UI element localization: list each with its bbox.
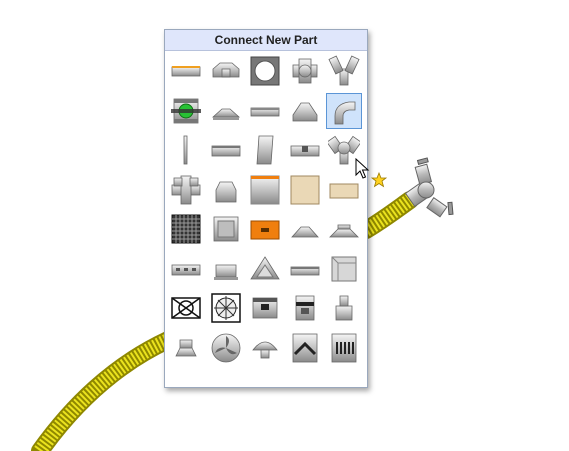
x-damper-icon	[171, 297, 201, 319]
green-valve-part[interactable]	[168, 93, 204, 129]
transition-tee-part[interactable]	[287, 93, 323, 129]
pyramid-part[interactable]	[247, 251, 283, 287]
small-duct-icon	[290, 266, 320, 276]
cap-fitting-icon	[175, 339, 197, 357]
slot-diffuser-part[interactable]	[168, 251, 204, 287]
grill-cylinder-icon	[331, 333, 357, 363]
flat-hood-part[interactable]	[287, 211, 323, 247]
round-fitting-icon	[295, 295, 315, 321]
flat-hood-icon	[291, 226, 319, 238]
reducer-section-icon	[290, 145, 320, 157]
orange-edge-panel-icon	[250, 175, 280, 205]
four-way-cross-part[interactable]	[168, 172, 204, 208]
nozzle-icon	[335, 295, 353, 321]
orange-box-part[interactable]	[247, 211, 283, 247]
thin-rod-icon	[183, 135, 188, 165]
rect-tee-part[interactable]	[208, 53, 244, 89]
orange-edge-panel-part[interactable]	[247, 172, 283, 208]
grill-cylinder-part[interactable]	[326, 330, 362, 366]
short-hood-icon	[214, 264, 238, 280]
green-valve-icon	[171, 98, 201, 124]
thin-rod-part[interactable]	[168, 132, 204, 168]
round-coupler-icon	[252, 297, 278, 319]
cross-fitting-icon	[292, 58, 318, 84]
rect-tee-icon	[212, 62, 240, 78]
open-box-part[interactable]	[326, 251, 362, 287]
connect-new-part-panel: Connect New Part	[164, 29, 368, 388]
flat-rect-duct-icon	[171, 66, 201, 77]
slot-diffuser-icon	[171, 264, 201, 276]
round-diffuser-icon	[329, 224, 359, 238]
fan-grille-part[interactable]	[208, 290, 244, 326]
flat-duct-section-part[interactable]	[247, 93, 283, 129]
chevron-cylinder-part[interactable]	[287, 330, 323, 366]
metal-box-part[interactable]	[208, 211, 244, 247]
pyramid-icon	[250, 256, 280, 280]
wye-fitting-icon	[328, 55, 360, 86]
x-damper-part[interactable]	[168, 290, 204, 326]
short-duct-part[interactable]	[208, 132, 244, 168]
transition-tee-icon	[292, 102, 318, 122]
mushroom-cap-icon	[252, 341, 278, 359]
rect-plate-part[interactable]	[247, 132, 283, 168]
fan-disc-icon	[211, 333, 241, 363]
orange-box-icon	[250, 220, 280, 240]
rect-plate-icon	[256, 135, 274, 165]
round-grille-icon	[250, 56, 280, 86]
cross-fitting-part[interactable]	[287, 53, 323, 89]
round-diffuser-part[interactable]	[326, 211, 362, 247]
dark-grille-part[interactable]	[168, 211, 204, 247]
reducer-section-part[interactable]	[287, 132, 323, 168]
low-tee-part[interactable]	[208, 93, 244, 129]
short-hood-part[interactable]	[208, 251, 244, 287]
hood-icon	[215, 181, 237, 203]
elbow-part[interactable]	[326, 93, 362, 129]
nozzle-part[interactable]	[326, 290, 362, 326]
round-coupler-part[interactable]	[247, 290, 283, 326]
fan-grille-icon	[211, 293, 241, 323]
elbow-icon	[334, 101, 356, 125]
flat-duct-section-icon	[250, 107, 280, 117]
low-tee-icon	[211, 108, 241, 120]
round-grille-part[interactable]	[247, 53, 283, 89]
short-duct-icon	[211, 145, 241, 157]
chevron-cylinder-icon	[292, 333, 318, 363]
star-icon	[371, 172, 387, 188]
tan-panel-icon	[290, 175, 320, 205]
wye-fitting-part[interactable]	[326, 53, 362, 89]
open-box-icon	[331, 256, 357, 282]
tan-panel-part[interactable]	[287, 172, 323, 208]
flat-rect-duct-part[interactable]	[168, 53, 204, 89]
fan-disc-part[interactable]	[208, 330, 244, 366]
metal-box-icon	[213, 216, 239, 242]
small-duct-part[interactable]	[287, 251, 323, 287]
round-fitting-part[interactable]	[287, 290, 323, 326]
cap-fitting-part[interactable]	[168, 330, 204, 366]
panel-title: Connect New Part	[165, 30, 367, 51]
four-way-cross-icon	[171, 175, 201, 205]
mouse-cursor-icon	[355, 158, 370, 179]
dark-grille-icon	[171, 214, 201, 244]
mushroom-cap-part[interactable]	[247, 330, 283, 366]
hood-part[interactable]	[208, 172, 244, 208]
